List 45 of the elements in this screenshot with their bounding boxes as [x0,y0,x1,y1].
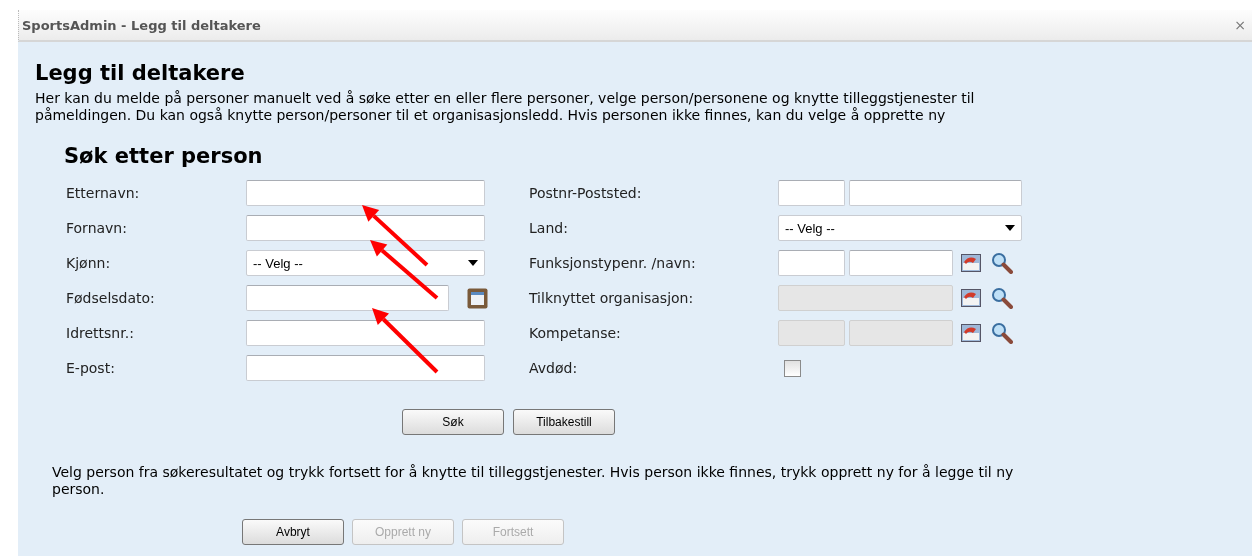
section-heading: Søk etter person [64,144,264,168]
dropdown[interactable]: -- Velg -- [778,215,1022,241]
close-button[interactable]: × [1234,17,1246,33]
text-field[interactable] [246,355,485,381]
field-label: Land: [529,220,569,236]
annotation-arrow [362,205,429,267]
field-label: Funksjonstypenr. /navn: [529,255,697,271]
text-field[interactable] [778,250,845,276]
lookup-list-icon[interactable] [961,254,981,272]
cancel-button[interactable]: Avbryt [242,519,344,545]
field-label: Kompetanse: [529,325,622,341]
search-icon[interactable] [991,322,1013,344]
text-field[interactable] [246,215,485,241]
annotation-arrow [372,308,439,374]
search-icon[interactable] [991,252,1013,274]
intro-text: Her kan du melde på personer manuelt ved å søke etter en eller flere personer, velge person/personene og knytte tilleggstjenester til påmeldingen. Du kan også knytte person/personer til et organisasjonsledd. Hvis personen ikke finnes, kan du velge å opprette ny [35,90,976,124]
field-label: Etternavn: [66,185,141,201]
text-field[interactable] [246,320,485,346]
date-field[interactable] [246,285,449,311]
field-label: Idrettsnr.: [66,325,135,341]
instruction-text: Velg person fra søkeresultatet og trykk fortsett for å knytte til tilleggstjenester. Hvis person ikke finnes, trykk opprett ny for å legge til ny person. [52,464,1015,498]
caret-icon [468,260,478,266]
checkbox[interactable] [784,359,801,377]
field-label: Tilknyttet organisasjon: [529,290,695,306]
field-label: Avdød: [529,360,579,376]
text-field[interactable] [778,180,845,206]
caret-icon [1005,225,1015,231]
text-field[interactable] [246,180,485,206]
field-label: Kjønn: [66,255,112,271]
search-icon[interactable] [991,287,1013,309]
field-label: Fødselsdato: [66,290,156,306]
reset-button[interactable]: Tilbakestill [513,409,615,435]
lookup-list-icon[interactable] [961,289,981,307]
text-field[interactable] [849,180,1022,206]
field-label: Postnr-Poststed: [529,185,643,201]
field-label: E-post: [66,360,116,376]
field-label: Fornavn: [66,220,128,236]
text-field[interactable] [849,250,953,276]
search-button[interactable]: Søk [402,409,504,435]
window-title: SportsAdmin - Legg til deltakere [22,17,261,33]
lookup-list-icon[interactable] [961,324,981,342]
calendar-icon[interactable] [467,287,488,309]
dropdown[interactable]: -- Velg -- [246,250,485,276]
page-heading: Legg til deltakere [35,60,246,86]
annotation-arrow [370,240,439,300]
